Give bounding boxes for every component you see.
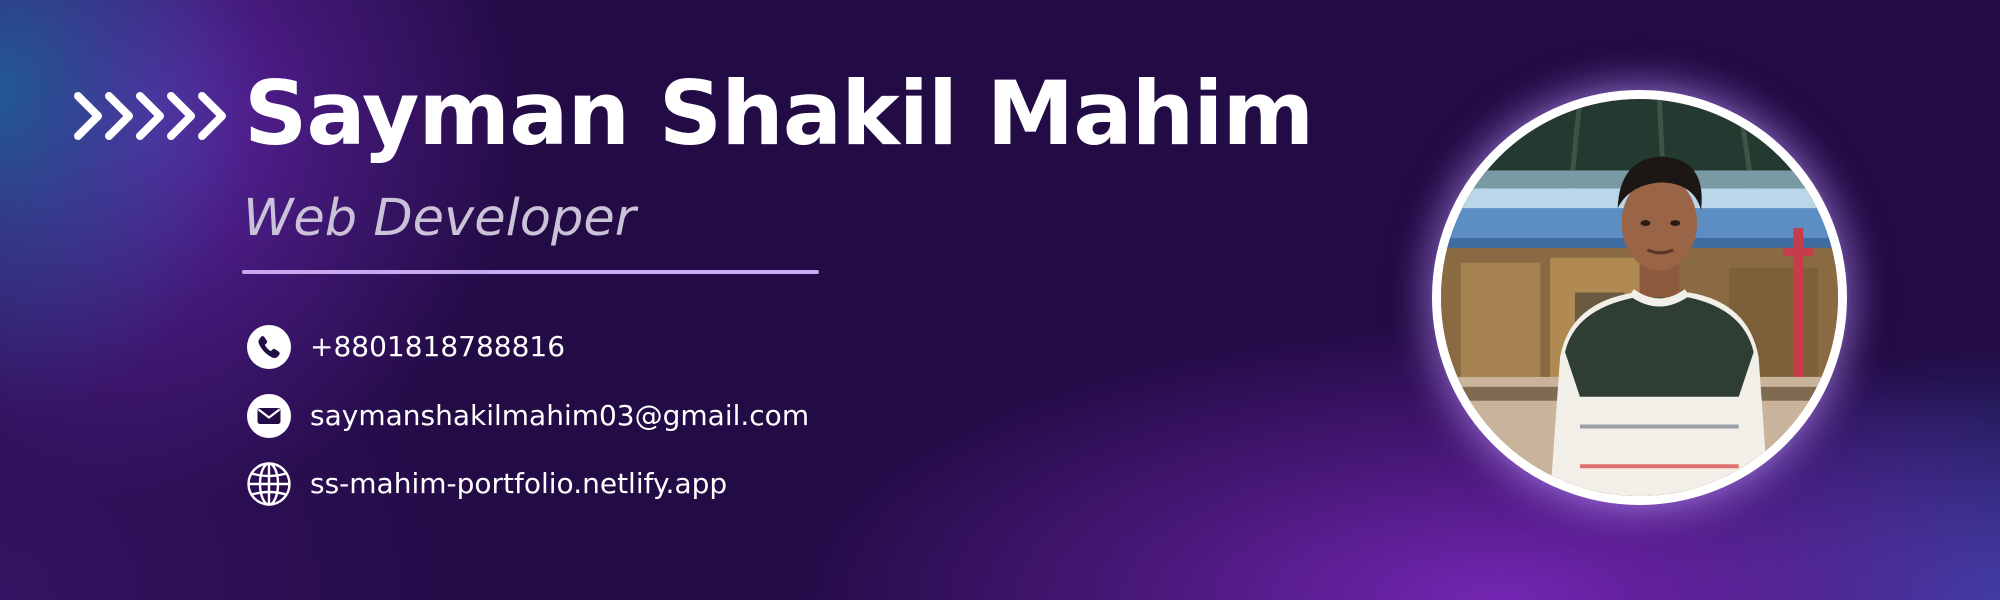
title-divider [242, 270, 819, 274]
phone-number[interactable]: +8801818788816 [310, 327, 565, 367]
contact-phone: +8801818788816 [246, 323, 565, 371]
profile-photo-illustration [1441, 99, 1838, 496]
profile-role: Web Developer [243, 189, 636, 248]
globe-icon [247, 462, 291, 506]
chevrons-right-icon [74, 92, 226, 140]
profile-photo [1432, 90, 1847, 505]
profile-name: Sayman Shakil Mahim [244, 62, 1314, 165]
contact-email: saymanshakilmahim03@gmail.com [246, 392, 809, 440]
mail-icon [247, 394, 291, 438]
contact-website: ss-mahim-portfolio.netlify.app [246, 460, 727, 508]
phone-icon [247, 325, 291, 369]
website-url[interactable]: ss-mahim-portfolio.netlify.app [310, 464, 727, 504]
profile-banner: Sayman Shakil Mahim Web Developer +88018… [0, 0, 2000, 600]
email-address[interactable]: saymanshakilmahim03@gmail.com [310, 396, 809, 436]
